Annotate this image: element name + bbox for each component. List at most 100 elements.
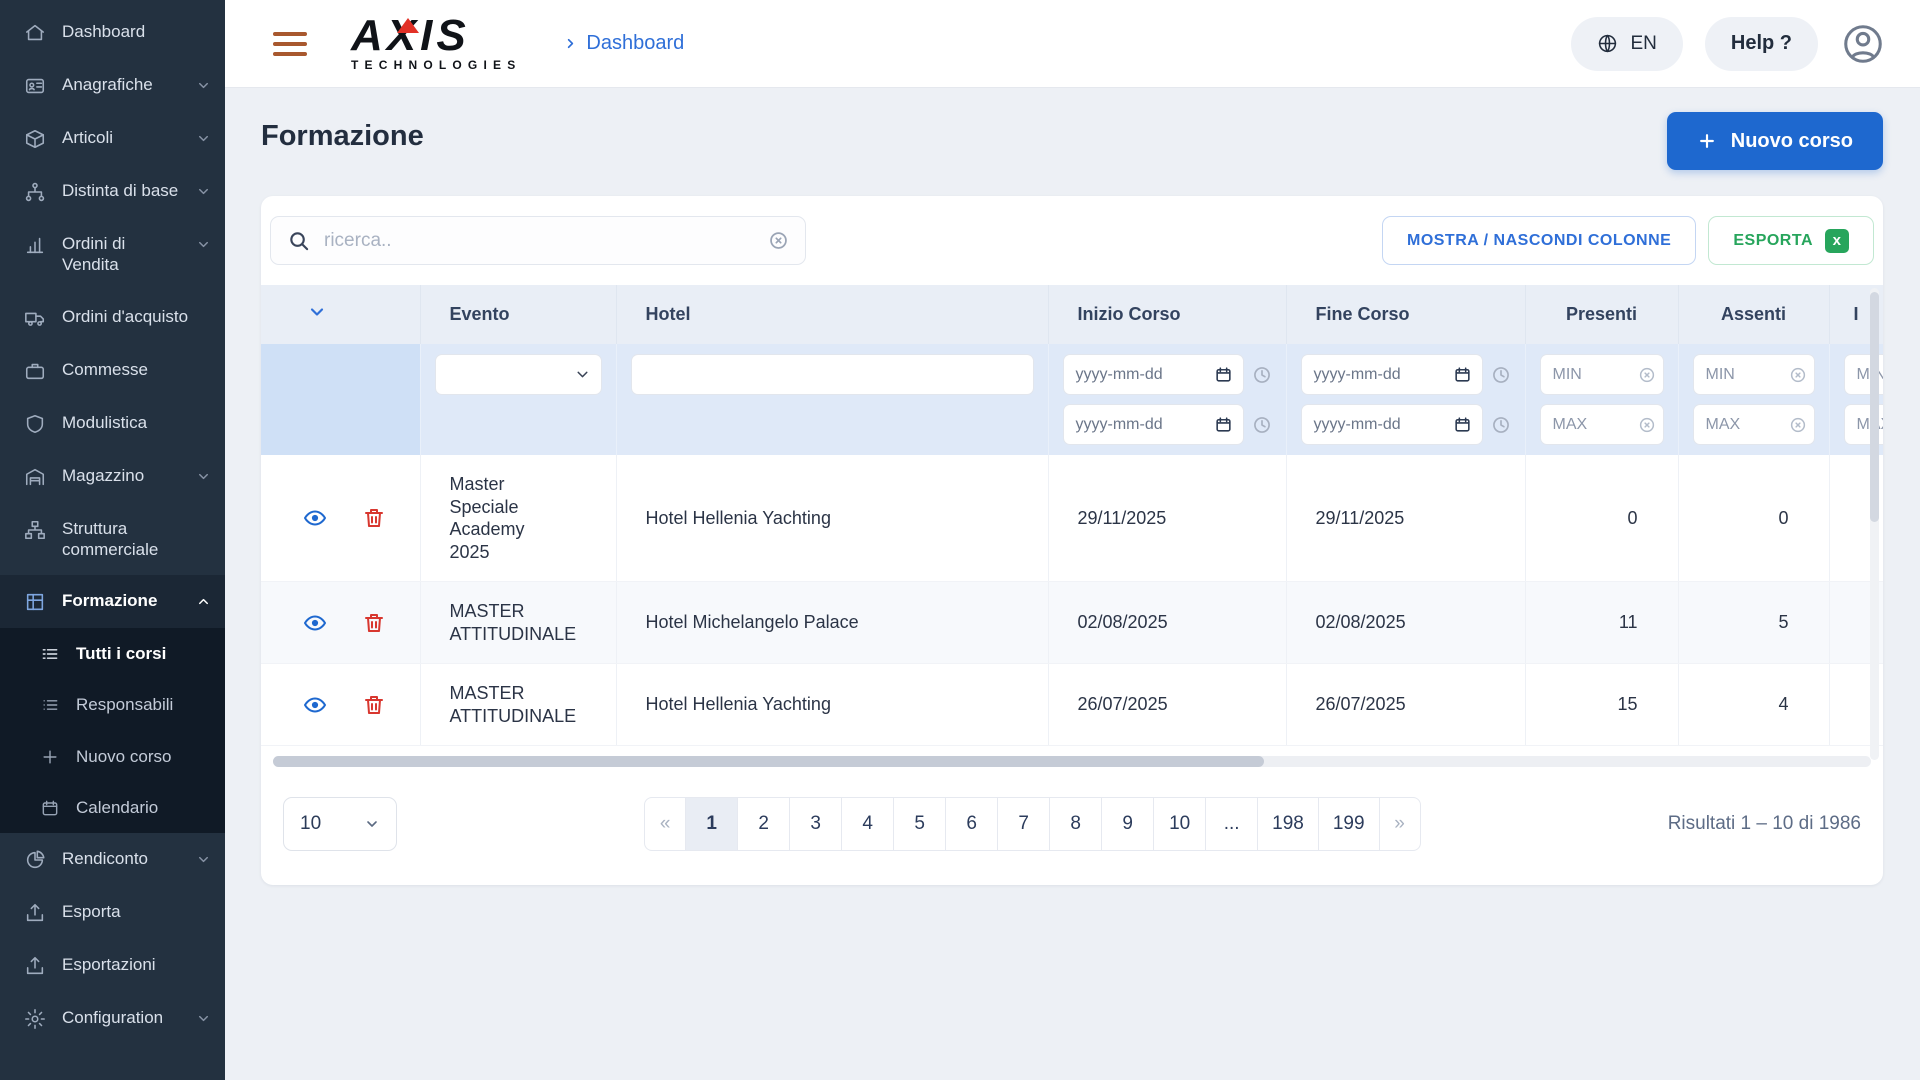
view-row-button[interactable] bbox=[303, 506, 327, 530]
page-button-7[interactable]: 7 bbox=[997, 797, 1050, 851]
language-button[interactable]: EN bbox=[1571, 17, 1682, 71]
network-icon bbox=[24, 519, 46, 541]
sidebar-item-esporta[interactable]: Esporta bbox=[0, 886, 225, 939]
gear-icon bbox=[24, 1008, 46, 1030]
page-button-4[interactable]: 4 bbox=[841, 797, 894, 851]
delete-row-button[interactable] bbox=[362, 611, 386, 635]
sidebar-item-struttura-commerciale[interactable]: Struttura commerciale bbox=[0, 503, 225, 576]
eye-icon bbox=[303, 693, 327, 717]
help-button[interactable]: Help ? bbox=[1705, 17, 1818, 71]
end-date-to-input[interactable]: yyyy-mm-dd bbox=[1301, 404, 1483, 445]
view-row-button[interactable] bbox=[303, 611, 327, 635]
globe-icon bbox=[1597, 33, 1618, 54]
hotel-cell: Hotel Michelangelo Palace bbox=[616, 582, 1048, 664]
vertical-scrollbar-thumb[interactable] bbox=[1870, 292, 1879, 522]
clock-icon[interactable] bbox=[1252, 365, 1272, 385]
sidebar-item-rendiconto[interactable]: Rendiconto bbox=[0, 833, 225, 886]
sidebar-item-label: Commesse bbox=[62, 359, 211, 380]
sidebar-item-esportazioni[interactable]: Esportazioni bbox=[0, 939, 225, 992]
sidebar-item-label: Tutti i corsi bbox=[76, 643, 211, 664]
page-button-prev[interactable]: « bbox=[644, 797, 686, 851]
clear-icon[interactable] bbox=[1789, 416, 1807, 434]
sidebar-item-calendario[interactable]: Calendario bbox=[0, 782, 225, 833]
sidebar-item-dashboard[interactable]: Dashboard bbox=[0, 6, 225, 59]
sidebar-item-articoli[interactable]: Articoli bbox=[0, 112, 225, 165]
filter-actions-cell bbox=[261, 344, 420, 455]
page-button-9[interactable]: 9 bbox=[1101, 797, 1154, 851]
help-label: Help ? bbox=[1731, 32, 1792, 55]
hotel-filter-input[interactable] bbox=[631, 354, 1034, 395]
export-button[interactable]: ESPORTA x bbox=[1708, 216, 1874, 265]
sidebar-item-tutti-i-corsi[interactable]: Tutti i corsi bbox=[0, 628, 225, 679]
calendar-icon[interactable] bbox=[1453, 365, 1472, 384]
chevron-down-icon bbox=[574, 366, 591, 383]
sidebar-item-magazzino[interactable]: Magazzino bbox=[0, 450, 225, 503]
page-button-3[interactable]: 3 bbox=[789, 797, 842, 851]
page-button-1[interactable]: 1 bbox=[685, 797, 738, 851]
sidebar-item-anagrafiche[interactable]: Anagrafiche bbox=[0, 59, 225, 112]
page-button-2[interactable]: 2 bbox=[737, 797, 790, 851]
sidebar-item-responsabili[interactable]: Responsabili bbox=[0, 679, 225, 730]
start-date-cell: 29/11/2025 bbox=[1048, 455, 1286, 582]
sidebar-item-modulistica[interactable]: Modulistica bbox=[0, 397, 225, 450]
calendar-icon[interactable] bbox=[1214, 365, 1233, 384]
start-date-to-input[interactable]: yyyy-mm-dd bbox=[1063, 404, 1244, 445]
sidebar-item-ordini-d-acquisto[interactable]: Ordini d'acquisto bbox=[0, 291, 225, 344]
calendar-icon[interactable] bbox=[1453, 415, 1472, 434]
page-button-6[interactable]: 6 bbox=[945, 797, 998, 851]
sidebar-item-configuration[interactable]: Configuration bbox=[0, 992, 225, 1045]
listcheck-icon bbox=[40, 644, 60, 664]
page-button-10[interactable]: 10 bbox=[1153, 797, 1206, 851]
hotel-cell: Hotel Hellenia Yachting bbox=[616, 664, 1048, 746]
hamburger-menu-icon[interactable] bbox=[273, 32, 307, 56]
toggle-columns-button[interactable]: MOSTRA / NASCONDI COLONNE bbox=[1382, 216, 1696, 265]
breadcrumb[interactable]: Dashboard bbox=[563, 32, 684, 55]
page-button-199[interactable]: 199 bbox=[1318, 797, 1380, 851]
page-button-198[interactable]: 198 bbox=[1257, 797, 1319, 851]
sidebar-item-label: Configuration bbox=[62, 1007, 180, 1028]
sidebar-item-label: Modulistica bbox=[62, 412, 211, 433]
page-size-select[interactable]: 10 bbox=[283, 797, 397, 851]
start-date-from-input[interactable]: yyyy-mm-dd bbox=[1063, 354, 1244, 395]
page-button-next[interactable]: » bbox=[1379, 797, 1421, 851]
page-button-ellipsis[interactable]: ... bbox=[1205, 797, 1258, 851]
view-row-button[interactable] bbox=[303, 693, 327, 717]
delete-row-button[interactable] bbox=[362, 506, 386, 530]
calendar-icon[interactable] bbox=[1214, 415, 1233, 434]
clear-icon[interactable] bbox=[1789, 366, 1807, 384]
sidebar-item-label: Ordini di Vendita bbox=[62, 233, 180, 276]
sidebar-item-commesse[interactable]: Commesse bbox=[0, 344, 225, 397]
sidebar-item-formazione[interactable]: Formazione bbox=[0, 575, 225, 628]
excel-icon: x bbox=[1825, 229, 1849, 253]
profile-avatar[interactable] bbox=[1840, 21, 1886, 67]
chev-down-icon bbox=[196, 184, 211, 199]
page-button-8[interactable]: 8 bbox=[1049, 797, 1102, 851]
sidebar-item-distinta-di-base[interactable]: Distinta di base bbox=[0, 165, 225, 218]
delete-row-button[interactable] bbox=[362, 693, 386, 717]
brand-logo[interactable]: AXIS TECHNOLOGIES bbox=[351, 15, 521, 73]
chev-down-icon bbox=[196, 1011, 211, 1026]
new-course-label: Nuovo corso bbox=[1731, 130, 1853, 153]
clear-icon[interactable] bbox=[1638, 366, 1656, 384]
header-chevron-down-icon[interactable] bbox=[307, 302, 327, 322]
event-filter-select[interactable] bbox=[435, 354, 602, 395]
clock-icon[interactable] bbox=[1491, 365, 1511, 385]
clock-icon[interactable] bbox=[1252, 415, 1272, 435]
clear-search-icon[interactable] bbox=[768, 230, 789, 251]
courses-card: MOSTRA / NASCONDI COLONNE ESPORTA x Even… bbox=[261, 196, 1883, 885]
sidebar-item-label: Distinta di base bbox=[62, 180, 180, 201]
end-date-from-input[interactable]: yyyy-mm-dd bbox=[1301, 354, 1483, 395]
sidebar-item-label: Formazione bbox=[62, 590, 180, 611]
sidebar-item-ordini-di-vendita[interactable]: Ordini di Vendita bbox=[0, 218, 225, 291]
clear-icon[interactable] bbox=[1638, 416, 1656, 434]
end-date-cell: 02/08/2025 bbox=[1286, 582, 1525, 664]
new-course-button[interactable]: Nuovo corso bbox=[1667, 112, 1883, 170]
horizontal-scrollbar-thumb[interactable] bbox=[273, 756, 1264, 767]
search-input[interactable] bbox=[322, 229, 756, 253]
column-header-presenti: Presenti bbox=[1525, 285, 1678, 344]
truck-icon bbox=[24, 307, 46, 329]
sidebar-item-nuovo-corso[interactable]: Nuovo corso bbox=[0, 731, 225, 782]
chevron-right-icon bbox=[563, 36, 578, 51]
page-button-5[interactable]: 5 bbox=[893, 797, 946, 851]
clock-icon[interactable] bbox=[1491, 415, 1511, 435]
